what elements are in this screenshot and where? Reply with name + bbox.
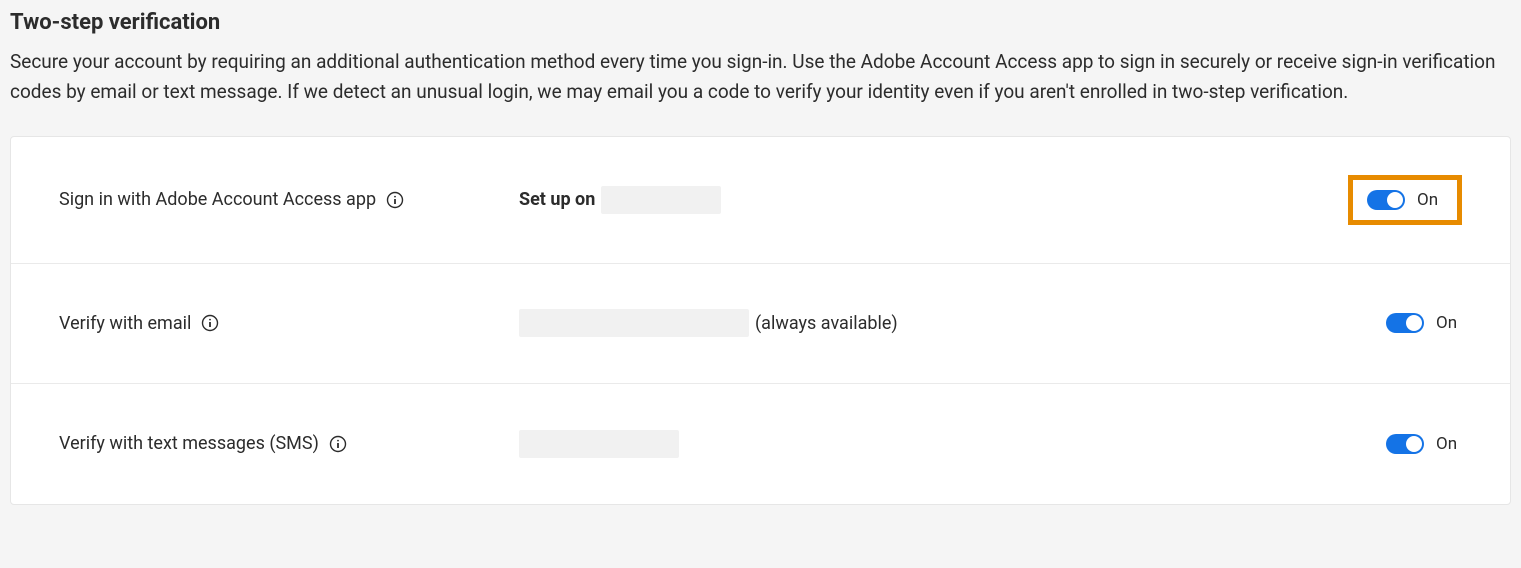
row-verify-email: Verify with email (always available) On bbox=[11, 264, 1510, 384]
redacted-email-address bbox=[519, 309, 749, 337]
setup-on-label: Set up on bbox=[519, 189, 595, 210]
toggle-app-state: On bbox=[1417, 190, 1443, 210]
row-app-label: Sign in with Adobe Account Access app bbox=[59, 189, 376, 210]
redacted-device-name bbox=[601, 186, 721, 214]
row-label-container: Verify with email bbox=[59, 313, 519, 334]
row-account-access-app: Sign in with Adobe Account Access app Se… bbox=[11, 137, 1510, 264]
row-email-label: Verify with email bbox=[59, 313, 191, 334]
two-step-verification-card: Sign in with Adobe Account Access app Se… bbox=[10, 136, 1511, 505]
highlighted-toggle-container: On bbox=[1348, 175, 1462, 225]
row-sms-value bbox=[519, 430, 1386, 458]
row-app-value: Set up on bbox=[519, 186, 1348, 214]
row-verify-sms: Verify with text messages (SMS) On bbox=[11, 384, 1510, 504]
info-icon[interactable] bbox=[386, 191, 404, 209]
section-description: Secure your account by requiring an addi… bbox=[10, 47, 1510, 108]
info-icon[interactable] bbox=[329, 435, 347, 453]
email-availability: (always available) bbox=[755, 313, 898, 334]
redacted-phone-number bbox=[519, 430, 679, 458]
row-label-container: Verify with text messages (SMS) bbox=[59, 433, 519, 454]
row-email-value: (always available) bbox=[519, 309, 1386, 337]
toggle-app-access[interactable] bbox=[1367, 190, 1405, 210]
section-title: Two-step verification bbox=[10, 10, 1511, 35]
toggle-container: On bbox=[1386, 434, 1462, 454]
toggle-verify-sms[interactable] bbox=[1386, 434, 1424, 454]
toggle-verify-email[interactable] bbox=[1386, 313, 1424, 333]
toggle-container: On bbox=[1386, 313, 1462, 333]
row-sms-label: Verify with text messages (SMS) bbox=[59, 433, 319, 454]
toggle-sms-state: On bbox=[1436, 434, 1462, 454]
toggle-email-state: On bbox=[1436, 313, 1462, 333]
info-icon[interactable] bbox=[201, 314, 219, 332]
row-label-container: Sign in with Adobe Account Access app bbox=[59, 189, 519, 210]
